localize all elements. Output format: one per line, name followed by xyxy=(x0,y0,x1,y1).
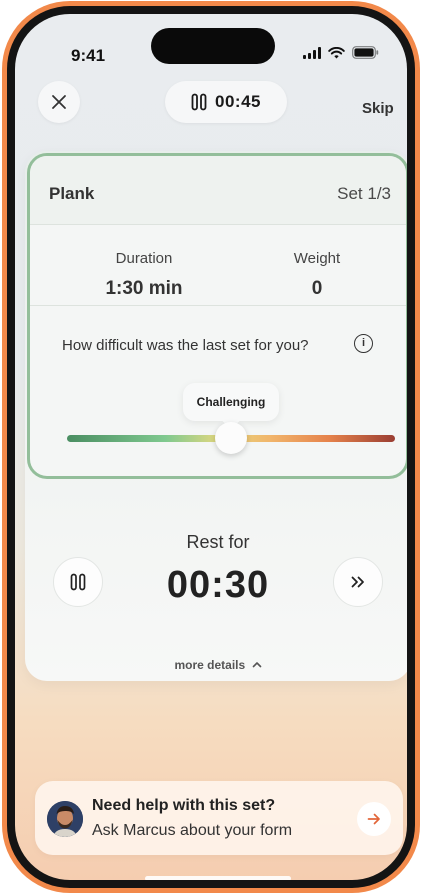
help-title: Need help with this set? xyxy=(92,797,276,814)
workout-timer: 00:45 xyxy=(215,92,261,111)
set-card-header: Plank Set 1/3 xyxy=(30,156,406,225)
fast-forward-icon xyxy=(351,576,364,588)
weight-label: Weight xyxy=(293,250,341,267)
help-arrow-button[interactable] xyxy=(357,802,391,836)
help-subtitle: Ask Marcus about your form xyxy=(92,822,293,839)
rest-label: Rest for xyxy=(186,532,250,552)
card-divider xyxy=(30,305,406,306)
more-details-label: more details xyxy=(174,658,246,672)
home-indicator xyxy=(145,876,291,880)
duration-value: 1:30 min xyxy=(105,278,183,299)
wifi-icon xyxy=(328,46,345,58)
dynamic-island xyxy=(151,28,275,64)
pause-icon xyxy=(70,573,86,591)
skip-rest-button[interactable] xyxy=(333,557,383,607)
screen: 9:41 00:45 Skip Plank Set 1/3 Duration 1… xyxy=(15,14,407,880)
pause-icon xyxy=(191,93,207,111)
set-card: Plank Set 1/3 Duration 1:30 min Weight 0… xyxy=(27,153,407,479)
exercise-name: Plank xyxy=(49,184,95,203)
status-icons xyxy=(303,46,379,59)
close-button[interactable] xyxy=(38,81,80,123)
workout-timer-pill[interactable]: 00:45 xyxy=(165,81,287,123)
help-card[interactable]: Need help with this set? Ask Marcus abou… xyxy=(35,781,403,855)
weight-value: 0 xyxy=(311,278,323,299)
difficulty-tooltip: Challenging xyxy=(183,383,279,421)
avatar xyxy=(47,801,83,837)
info-icon[interactable]: i xyxy=(354,334,373,353)
pause-rest-button[interactable] xyxy=(53,557,103,607)
skip-button[interactable]: Skip xyxy=(362,100,394,117)
phone-frame: 9:41 00:45 Skip Plank Set 1/3 Duration 1… xyxy=(2,1,420,893)
close-icon xyxy=(52,95,66,109)
difficulty-question: How difficult was the last set for you? xyxy=(62,337,309,354)
chevron-up-icon xyxy=(252,662,261,668)
set-counter: Set 1/3 xyxy=(337,184,391,203)
status-time: 9:41 xyxy=(71,46,106,65)
signal-icon xyxy=(303,46,321,59)
battery-icon xyxy=(352,46,379,59)
difficulty-slider-thumb[interactable] xyxy=(215,422,247,454)
phone-bezel: 9:41 00:45 Skip Plank Set 1/3 Duration 1… xyxy=(7,6,415,888)
arrow-right-icon xyxy=(367,813,380,825)
more-details-toggle[interactable]: more details xyxy=(15,658,407,672)
duration-label: Duration xyxy=(115,250,173,267)
